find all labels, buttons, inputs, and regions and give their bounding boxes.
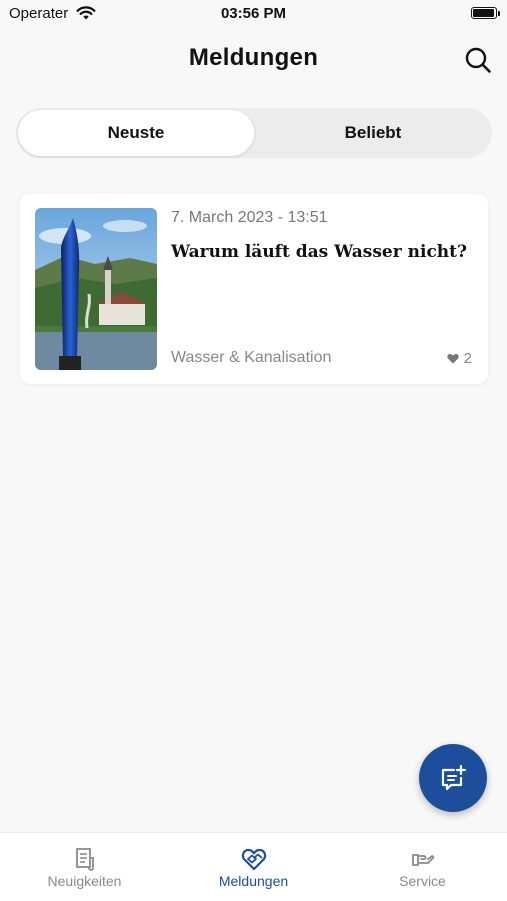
tab-label-neuigkeiten: Neuigkeiten bbox=[47, 873, 122, 889]
report-date: 7. March 2023 - 13:51 bbox=[171, 209, 328, 226]
tab-meldungen[interactable]: Meldungen bbox=[169, 833, 338, 901]
battery-tip bbox=[498, 11, 500, 16]
helping-hand-icon bbox=[411, 854, 434, 866]
search-icon[interactable] bbox=[464, 46, 492, 74]
tab-service[interactable]: Service bbox=[338, 833, 507, 901]
add-message-icon bbox=[441, 764, 467, 791]
tab-neuigkeiten[interactable]: Neuigkeiten bbox=[0, 833, 169, 901]
page-title: Meldungen bbox=[188, 44, 319, 71]
report-category: Wasser & Kanalisation bbox=[171, 349, 332, 366]
like-count[interactable]: 2 bbox=[447, 350, 472, 367]
report-card[interactable]: 7. March 2023 - 13:51 Warum läuft das Wa… bbox=[20, 194, 488, 384]
report-thumbnail bbox=[35, 208, 157, 370]
heart-report-icon bbox=[241, 848, 266, 871]
segment-newest[interactable]: Neuste bbox=[18, 108, 254, 158]
heart-icon bbox=[447, 354, 459, 364]
sort-segmented-control: Neuste Beliebt bbox=[16, 108, 492, 158]
tab-bar: Neuigkeiten Meldungen Service bbox=[0, 832, 507, 901]
tab-label-meldungen: Meldungen bbox=[218, 873, 289, 889]
like-count-value: 2 bbox=[463, 350, 472, 367]
report-title: Warum läuft das Wasser nicht? bbox=[171, 242, 467, 262]
new-report-button[interactable] bbox=[419, 744, 487, 812]
segment-popular[interactable]: Beliebt bbox=[254, 108, 492, 158]
tab-label-service: Service bbox=[399, 873, 446, 889]
status-bar: Operater 03:56 PM bbox=[0, 0, 507, 30]
battery-icon bbox=[471, 7, 497, 19]
clock: 03:56 PM bbox=[220, 5, 287, 22]
newspaper-icon bbox=[75, 848, 94, 871]
